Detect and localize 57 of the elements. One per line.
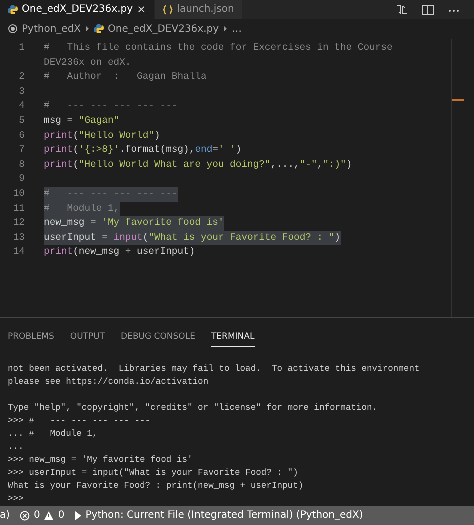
code-line: # Author : Gagan Bhalla bbox=[44, 70, 207, 84]
terminal-line: Type "help", "copyright", "credits" or "license" for more information. bbox=[8, 402, 379, 415]
python-icon bbox=[94, 24, 104, 34]
terminal-line: >>> bbox=[8, 493, 25, 506]
split-editor-icon bbox=[422, 4, 434, 14]
code-line: print("Hello World What are you doing?",...,"-",":)") bbox=[44, 158, 352, 172]
scrollbar[interactable] bbox=[451, 39, 464, 317]
code-line: # --- --- --- --- --- bbox=[44, 99, 178, 114]
close-button[interactable]: × bbox=[137, 3, 146, 16]
panel-tab[interactable]: DEBUG CONSOLE bbox=[121, 332, 196, 346]
line-number: 5 bbox=[18, 114, 25, 128]
line-number: 13 bbox=[12, 230, 25, 245]
code-line: print(new_msg + userInput) bbox=[44, 245, 196, 260]
python-icon bbox=[8, 4, 18, 14]
panel-tab[interactable]: TERMINAL bbox=[211, 332, 255, 347]
problems-indicator[interactable]: 0 0 bbox=[20, 510, 65, 521]
breadcrumb-item[interactable]: One_edX_DEV236x.py bbox=[108, 24, 220, 34]
code-line: msg = "Gagan" bbox=[44, 114, 120, 128]
folder-target-icon bbox=[8, 24, 18, 34]
terminal-line: >>> userInput = input("What is your Favorite Food? : ") bbox=[8, 467, 300, 480]
line-number: 2 bbox=[18, 70, 25, 84]
editor-tab[interactable]: One_edX_DEV236x.py × bbox=[0, 0, 156, 19]
breadcrumb-item[interactable]: Python_edX bbox=[22, 24, 82, 34]
error-icon bbox=[20, 510, 30, 520]
code-line: # This file contains the code for Excercises in the Course DEV236x on edX. bbox=[44, 41, 394, 70]
play-icon bbox=[74, 510, 82, 520]
line-number: 1 bbox=[18, 41, 25, 55]
line-number: 7 bbox=[18, 143, 25, 158]
chevron-icon bbox=[223, 25, 228, 33]
braces-icon bbox=[163, 4, 174, 14]
code-line: print("Hello World") bbox=[44, 128, 160, 143]
line-number: 6 bbox=[18, 128, 25, 143]
line-number: 11 bbox=[12, 202, 25, 216]
terminal-line: >>> new_msg = 'My favorite food is' bbox=[8, 454, 194, 467]
warning-icon bbox=[44, 510, 54, 520]
code-line: print('{:>8}'.format(msg),end=' ') bbox=[44, 143, 242, 158]
status-text: a) bbox=[0, 510, 10, 521]
terminal-line: not been activated. Libraries may fail to load. To activate this environment bbox=[8, 363, 421, 376]
line-number: 4 bbox=[18, 99, 25, 114]
line-number: 9 bbox=[18, 172, 25, 186]
terminal-line: What is your Favorite Food? : print(new_msg + userInput) bbox=[8, 480, 305, 493]
line-number: 10 bbox=[12, 186, 25, 201]
line-number: 12 bbox=[12, 216, 25, 230]
terminal-line: ... bbox=[8, 441, 25, 454]
breadcrumb-item[interactable]: … bbox=[232, 24, 242, 34]
terminal-line: ... # Module 1, bbox=[8, 428, 99, 441]
panel-tab[interactable]: OUTPUT bbox=[70, 332, 106, 346]
run-configuration[interactable]: Python: Current File (Integrated Terminal) (Python_edX) bbox=[74, 510, 364, 521]
terminal-line: please see https://conda.io/activation bbox=[8, 376, 210, 389]
panel-tab[interactable]: PROBLEMS bbox=[8, 332, 54, 346]
line-number: 8 bbox=[18, 158, 25, 172]
line-number: 3 bbox=[18, 84, 25, 99]
terminal-line: >>> # --- --- --- --- --- bbox=[8, 415, 152, 428]
compare-icon bbox=[396, 4, 408, 14]
editor-tab[interactable]: launch.json bbox=[155, 0, 244, 19]
line-number: 14 bbox=[12, 245, 25, 260]
chevron-icon bbox=[85, 25, 90, 33]
